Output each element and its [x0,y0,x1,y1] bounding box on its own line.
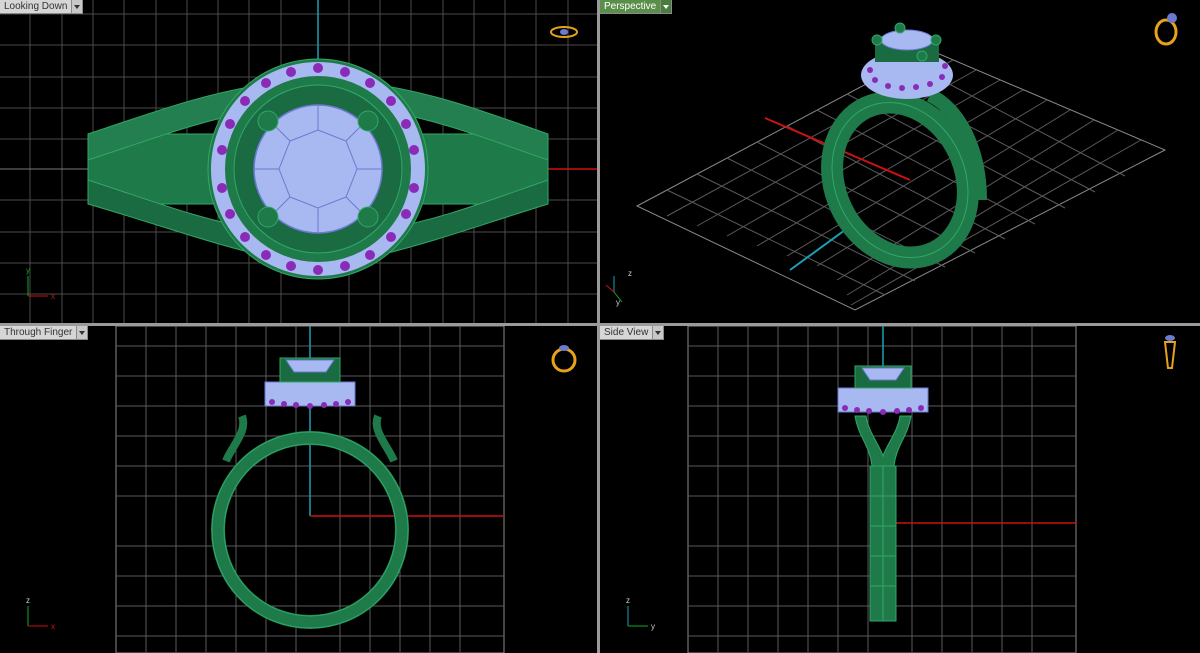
chevron-down-icon[interactable] [653,326,665,340]
center-stone-side [861,367,905,381]
halo-pave-front [264,381,356,407]
ring-shank-side [854,415,912,622]
viewport-looking-down[interactable]: y x Looking Down [0,0,597,323]
axis-indicator: z y [605,269,632,307]
viewport-label[interactable]: Looking Down [0,0,73,14]
center-stone-front [285,359,335,373]
viewport-tab-perspective[interactable]: Perspective [600,0,673,14]
viewport-perspective[interactable]: z y Perspective [600,0,1200,323]
chevron-down-icon[interactable] [77,326,89,340]
viewport-tab-side-view[interactable]: Side View [600,326,665,340]
viewport-through-finger[interactable]: z x Through Finger [0,326,597,653]
svg-text:z: z [626,596,630,605]
axis-y-line [789,229,846,271]
viewport-tab-looking-down[interactable]: Looking Down [0,0,84,14]
axis-indicator: z y [626,596,655,631]
svg-text:x: x [51,622,55,631]
chevron-down-icon[interactable] [72,0,84,14]
svg-text:z: z [628,269,632,278]
front-view-scene: z x [26,326,505,653]
chevron-down-icon[interactable] [661,0,673,14]
viewport-side-view[interactable]: z y Side View [600,326,1200,653]
svg-text:y: y [651,622,655,631]
viewport-label[interactable]: Perspective [600,0,662,14]
axis-indicator: z x [26,596,55,631]
perspective-view-scene: z y [605,22,1167,311]
svg-text:y: y [616,298,620,307]
viewport-tab-through-finger[interactable]: Through Finger [0,326,89,340]
top-view-scene: y x [0,0,597,323]
svg-text:x: x [51,292,55,301]
svg-text:z: z [26,596,30,605]
svg-text:y: y [26,266,30,275]
viewport-label[interactable]: Through Finger [0,326,78,340]
ring-front-view-icon[interactable] [550,342,578,374]
ring-perspective-view-icon[interactable] [1152,10,1184,46]
halo-pave-side [837,387,929,413]
side-view-scene: z y [626,326,1077,653]
viewport-label[interactable]: Side View [600,326,654,340]
ring-top-view-icon[interactable] [549,24,579,40]
ring-side-view-icon[interactable] [1160,332,1180,372]
